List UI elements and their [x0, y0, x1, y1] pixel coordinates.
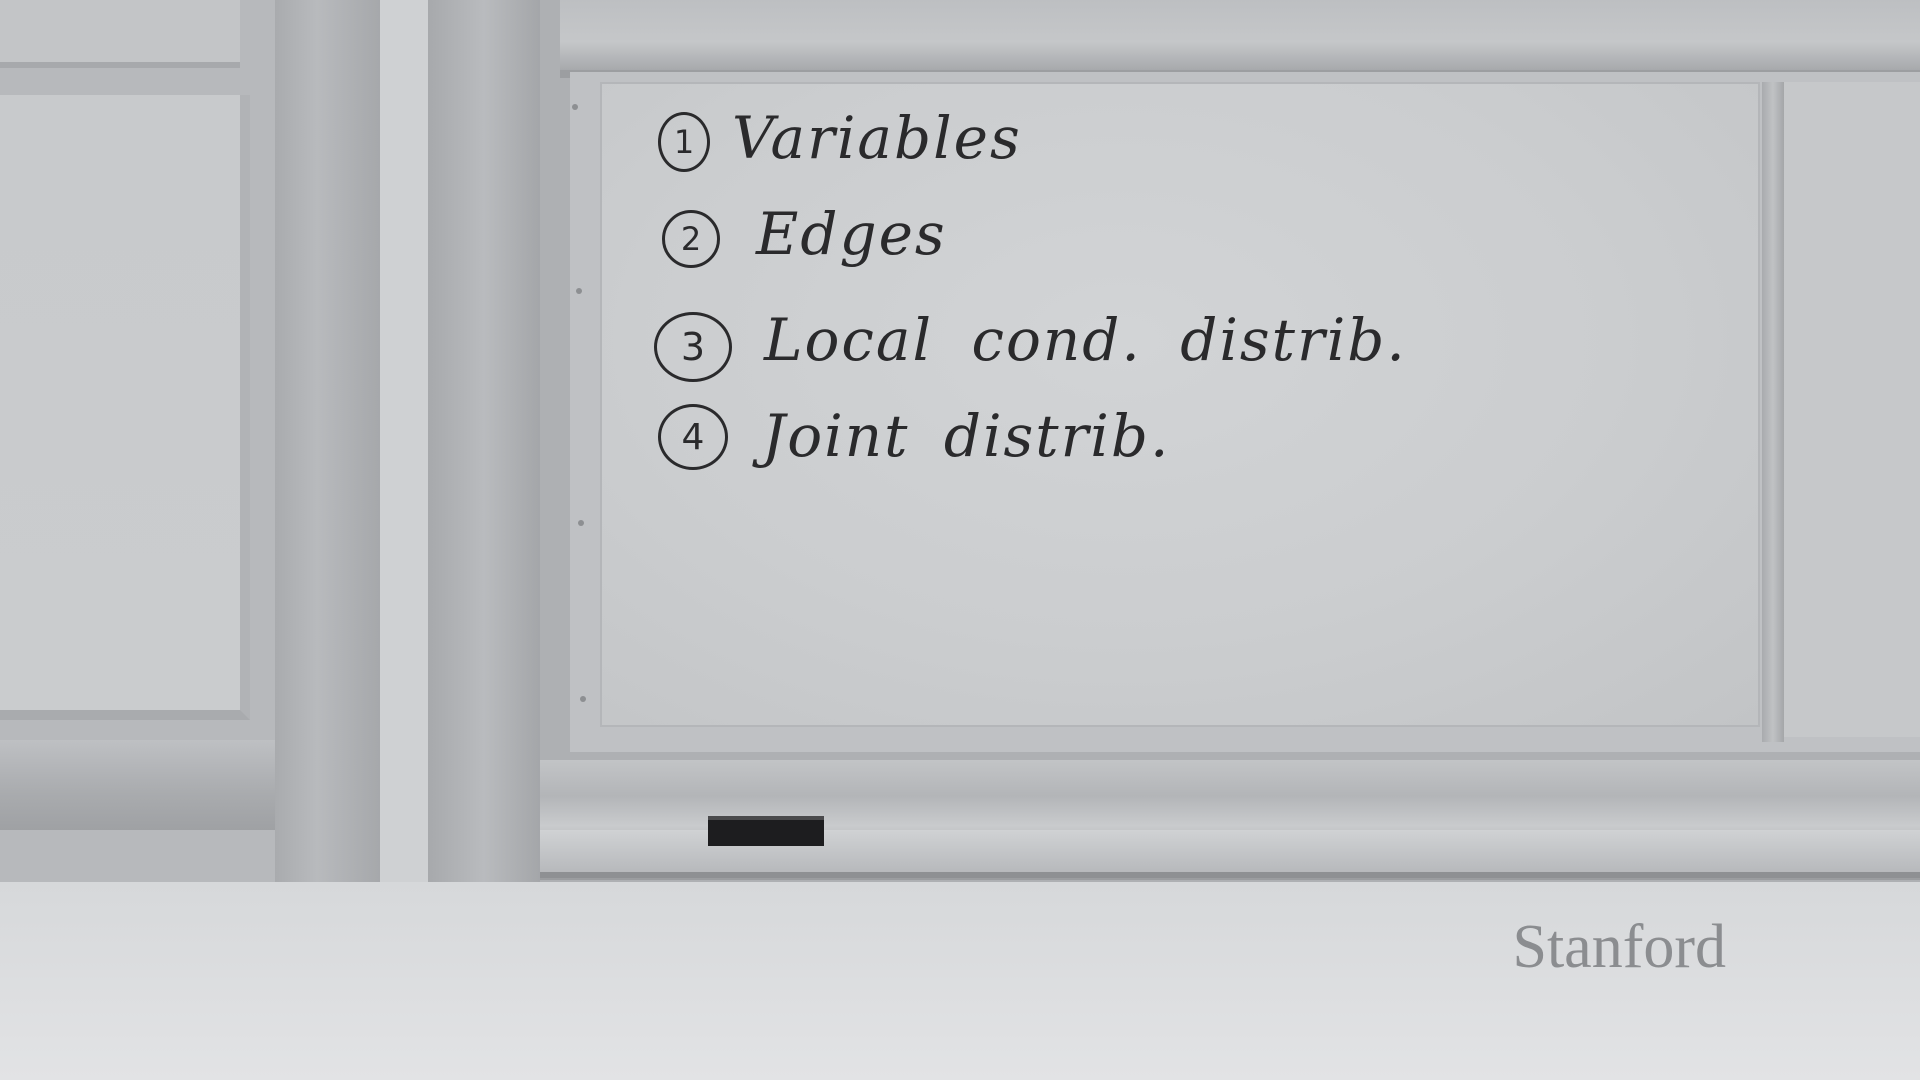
whiteboard-item-local-cond-distrib: Local cond. distrib. — [764, 306, 1407, 374]
item-number-circle: 2 — [662, 210, 720, 268]
left-board-top-panel — [0, 0, 240, 68]
bolt — [580, 696, 586, 702]
eraser — [708, 816, 824, 846]
item-number-circle: 3 — [654, 312, 732, 382]
bolt — [572, 104, 578, 110]
left-pillar — [275, 0, 380, 882]
whiteboard-item-joint-distrib: Joint distrib. — [762, 402, 1171, 470]
item-number-circle: 1 — [658, 112, 710, 172]
whiteboard-item-edges: Edges — [756, 200, 947, 268]
left-whiteboard — [0, 95, 250, 720]
board-top-rail — [560, 0, 1920, 78]
board-divider — [1762, 82, 1784, 742]
item-number-circle: 4 — [658, 404, 728, 470]
bolt — [576, 288, 582, 294]
left-chalk-tray — [0, 740, 275, 830]
adjacent-whiteboard — [1784, 82, 1920, 737]
wall-gap — [380, 0, 428, 882]
right-pillar — [428, 0, 540, 882]
stanford-watermark: Stanford — [1512, 913, 1726, 981]
whiteboard-item-variables: Variables — [732, 104, 1022, 172]
bolt — [578, 520, 584, 526]
